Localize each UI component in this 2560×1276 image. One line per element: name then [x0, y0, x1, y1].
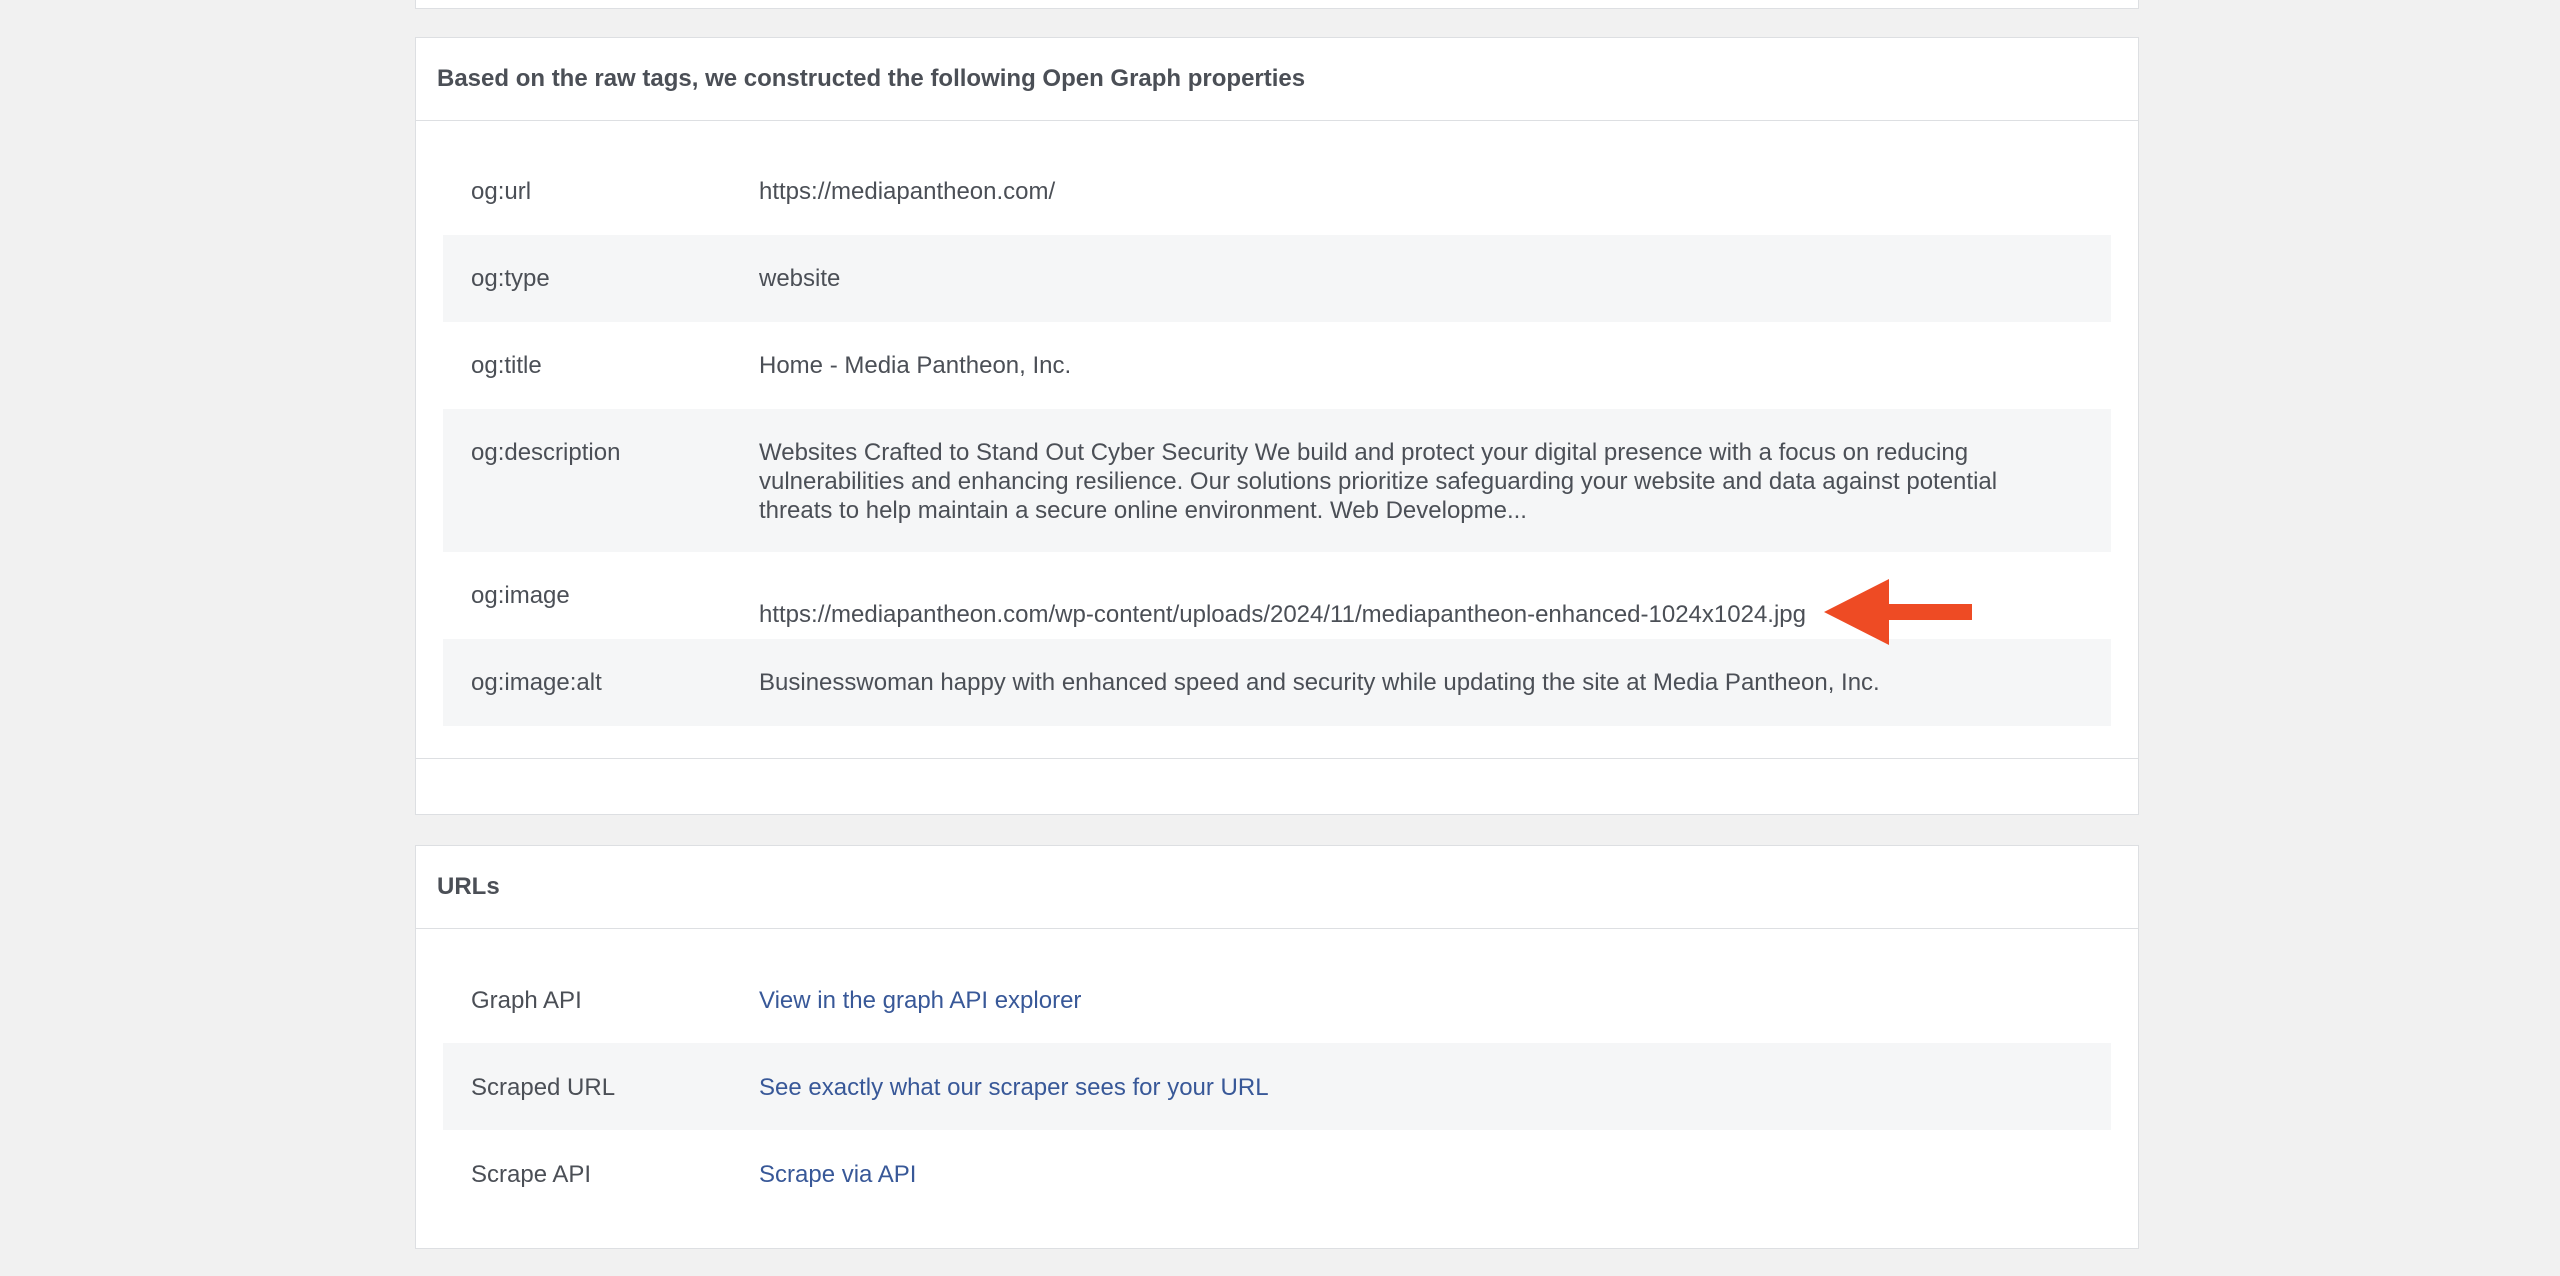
og-row-description: og:description Websites Crafted to Stand… [443, 409, 2111, 552]
og-value: Businesswoman happy with enhanced speed … [759, 669, 1880, 696]
url-row-graph-api: Graph API View in the graph API explorer [443, 956, 2111, 1043]
og-row-url: og:url https://mediapantheon.com/ [443, 148, 2111, 235]
urls-title: URLs [416, 846, 2138, 929]
url-key: Scraped URL [471, 1074, 616, 1101]
og-value: website [759, 265, 841, 292]
graph-api-explorer-link[interactable]: View in the graph API explorer [759, 986, 2111, 1015]
og-properties-panel: Based on the raw tags, we constructed th… [415, 37, 2139, 815]
url-key: Scrape API [471, 1161, 592, 1188]
og-key: og:type [471, 265, 550, 292]
url-row-scraped-url: Scraped URL See exactly what our scraper… [443, 1043, 2111, 1130]
og-panel-footer-divider [416, 758, 2138, 759]
og-row-title: og:title Home - Media Pantheon, Inc. [443, 322, 2111, 409]
previous-panel-edge [415, 0, 2139, 9]
og-value: Websites Crafted to Stand Out Cyber Secu… [759, 439, 1998, 524]
og-value: https://mediapantheon.com/ [759, 178, 1056, 205]
scrape-api-link[interactable]: Scrape via API [759, 1160, 2111, 1189]
scraper-view-link[interactable]: See exactly what our scraper sees for yo… [759, 1073, 2111, 1102]
og-properties-table: og:url https://mediapantheon.com/ og:typ… [416, 121, 2138, 726]
og-key: og:title [471, 352, 542, 379]
og-value-image: https://mediapantheon.com/wp-content/upl… [759, 579, 2111, 647]
og-key: og:url [471, 178, 532, 205]
og-row-image: og:image https://mediapantheon.com/wp-co… [443, 552, 2111, 645]
urls-panel: URLs Graph API View in the graph API exp… [415, 845, 2139, 1249]
url-key: Graph API [471, 987, 582, 1014]
og-key: og:description [471, 439, 621, 466]
og-row-type: og:type website [443, 235, 2111, 322]
og-row-image-alt: og:image:alt Businesswoman happy with en… [443, 639, 2111, 726]
og-key: og:image:alt [471, 669, 602, 696]
urls-table: Graph API View in the graph API explorer… [416, 929, 2138, 1217]
left-arrow-icon [1824, 579, 1974, 645]
og-key: og:image [471, 582, 570, 609]
og-image-url: https://mediapantheon.com/wp-content/upl… [759, 600, 1806, 628]
og-properties-title: Based on the raw tags, we constructed th… [416, 38, 2138, 121]
og-value: Home - Media Pantheon, Inc. [759, 352, 1072, 379]
url-row-scrape-api: Scrape API Scrape via API [443, 1130, 2111, 1217]
